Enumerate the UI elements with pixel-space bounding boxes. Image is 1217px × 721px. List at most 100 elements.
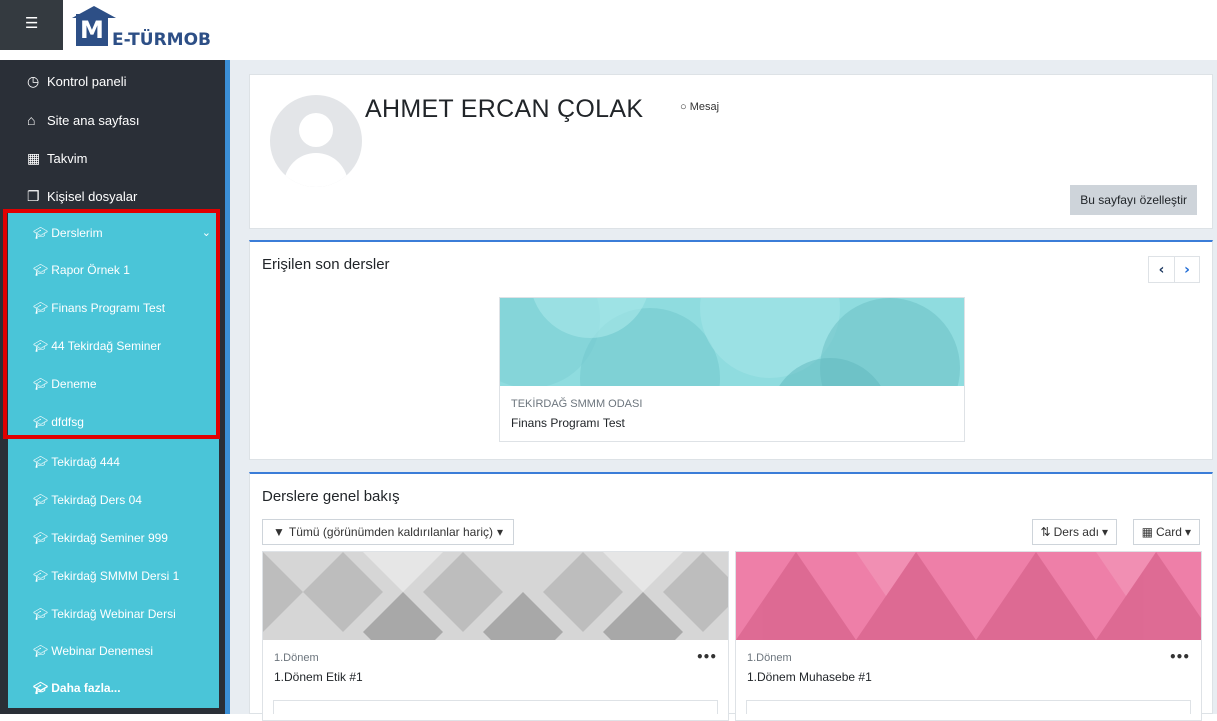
message-link[interactable]: ○ Mesaj xyxy=(680,101,719,113)
previous-arrow-icon[interactable]: ‹ xyxy=(1149,257,1174,282)
recent-pager: ‹ › xyxy=(1148,256,1200,283)
course-label: Tekirdağ SMMM Dersi 1 xyxy=(51,568,180,583)
nav-calendar[interactable]: ▦ Takvim xyxy=(0,139,225,177)
dashboard-icon: ◷ xyxy=(27,72,40,89)
my-courses-label: Derslerim xyxy=(51,225,103,240)
nav-label: Takvim xyxy=(47,150,88,166)
course-item[interactable]: 🎓︎ Tekirdağ Webinar Dersi xyxy=(8,595,219,632)
home-icon: ⌂ xyxy=(27,112,36,128)
avatar-body xyxy=(284,153,348,187)
user-name: AHMET ERCAN ÇOLAK xyxy=(365,95,644,123)
graduation-cap-icon: 🎓︎ xyxy=(33,643,49,658)
course-item[interactable]: 🎓︎ 44 Tekirdağ Seminer xyxy=(8,327,219,364)
graduation-cap-icon: 🎓︎ xyxy=(33,225,49,240)
more-courses-link[interactable]: 🎓︎ Daha fazla... xyxy=(8,669,219,706)
filter-dropdown[interactable]: ▼ Tümü (görünümden kaldırılanlar hariç) … xyxy=(262,519,515,545)
course-item[interactable]: 🎓︎ Tekirdağ Seminer 999 xyxy=(8,519,219,556)
files-icon: ❐ xyxy=(27,187,40,204)
my-courses-toggle[interactable]: 🎓︎ Derslerim ⌄ xyxy=(8,214,219,251)
graduation-cap-icon: 🎓︎ xyxy=(33,530,49,545)
nav-label: Kontrol paneli xyxy=(47,73,127,89)
recent-courses-title: Erişilen son dersler xyxy=(262,256,390,273)
speech-bubble-icon: ○ xyxy=(680,101,687,113)
course-progress xyxy=(273,700,718,714)
logo-letter: M xyxy=(80,16,104,44)
grid-icon: ▦ xyxy=(1141,525,1153,539)
course-label: Deneme xyxy=(51,376,97,391)
course-card[interactable]: 1.Dönem ••• 1.Dönem Etik #1 xyxy=(262,551,729,721)
view-dropdown[interactable]: ▦ Card ▾ xyxy=(1132,519,1200,545)
course-label: Tekirdağ Seminer 999 xyxy=(51,530,168,545)
recent-course-card[interactable]: TEKİRDAĞ SMMM ODASI Finans Programı Test xyxy=(499,297,965,442)
course-image xyxy=(263,552,728,640)
nav-label: Site ana sayfası xyxy=(47,112,140,128)
course-label: Finans Programı Test xyxy=(51,300,166,315)
recent-courses-block: Erişilen son dersler ‹ › TEKİRDAĞ SMMM O… xyxy=(249,240,1213,460)
calendar-icon: ▦ xyxy=(27,149,41,166)
course-item[interactable]: 🎓︎ Tekirdağ Ders 04 xyxy=(8,481,219,518)
customize-page-button[interactable]: Bu sayfayı özelleştir xyxy=(1070,185,1197,215)
course-category: TEKİRDAĞ SMMM ODASI xyxy=(511,398,643,410)
profile-header: AHMET ERCAN ÇOLAK ○ Mesaj Bu sayfayı öze… xyxy=(249,74,1213,229)
more-actions-icon[interactable]: ••• xyxy=(1169,650,1190,664)
more-courses-label: Daha fazla... xyxy=(51,680,121,695)
graduation-cap-icon: 🎓︎ xyxy=(33,606,49,621)
graduation-cap-icon: 🎓︎ xyxy=(33,262,49,277)
avatar[interactable] xyxy=(270,95,362,187)
sort-label: Ders adı xyxy=(1053,525,1099,539)
course-image xyxy=(736,552,1201,640)
course-label: Rapor Örnek 1 xyxy=(51,262,130,277)
nav-site-home[interactable]: ⌂ Site ana sayfası xyxy=(0,101,225,139)
message-label: Mesaj xyxy=(689,101,720,113)
sort-dropdown[interactable]: ⇅ Ders adı ▾ xyxy=(1031,519,1117,545)
course-name[interactable]: 1.Dönem Etik #1 xyxy=(274,670,363,684)
course-label: Tekirdağ Webinar Dersi xyxy=(51,606,176,621)
nav-label: Kişisel dosyalar xyxy=(47,188,138,204)
nav-private-files[interactable]: ❐ Kişisel dosyalar xyxy=(0,177,225,215)
nav-dashboard[interactable]: ◷ Kontrol paneli xyxy=(0,62,225,100)
course-image xyxy=(500,298,964,386)
top-navbar: ☰ M E-TÜRMOB xyxy=(0,0,1217,60)
course-name[interactable]: Finans Programı Test xyxy=(511,416,625,430)
course-overview-block: Derslere genel bakış ▼ Tümü (görünümden … xyxy=(249,472,1213,721)
next-arrow-icon[interactable]: › xyxy=(1174,257,1199,282)
graduation-cap-icon: 🎓︎ xyxy=(33,454,49,469)
sort-icon: ⇅ xyxy=(1040,525,1051,539)
caret-down-icon: ▾ xyxy=(496,525,504,539)
course-label: Tekirdağ Ders 04 xyxy=(51,492,142,507)
graduation-cap-icon: 🎓︎ xyxy=(33,414,49,429)
hamburger-button[interactable]: ☰ xyxy=(0,0,63,50)
course-name[interactable]: 1.Dönem Muhasebe #1 xyxy=(747,670,872,684)
course-item[interactable]: 🎓︎ Finans Programı Test xyxy=(8,289,219,326)
logo-text: E-TÜRMOB xyxy=(112,30,211,50)
more-actions-icon[interactable]: ••• xyxy=(696,650,717,664)
course-item[interactable]: 🎓︎ Webinar Denemesi xyxy=(8,632,219,669)
caret-down-icon: ▾ xyxy=(1184,525,1191,539)
filter-icon: ▼ xyxy=(273,525,285,539)
course-item[interactable]: 🎓︎ dfdfsg xyxy=(8,403,219,440)
course-label: dfdfsg xyxy=(51,414,84,429)
chevron-down-icon: ⌄ xyxy=(201,227,211,239)
graduation-cap-icon: 🎓︎ xyxy=(33,300,49,315)
course-item[interactable]: 🎓︎ Tekirdağ 444 xyxy=(8,443,219,480)
graduation-cap-icon: 🎓︎ xyxy=(33,492,49,507)
course-item[interactable]: 🎓︎ Deneme xyxy=(8,365,219,402)
caret-down-icon: ▾ xyxy=(1101,525,1108,539)
course-item[interactable]: 🎓︎ Tekirdağ SMMM Dersi 1 xyxy=(8,557,219,594)
graduation-cap-icon: 🎓︎ xyxy=(33,680,49,695)
course-label: 44 Tekirdağ Seminer xyxy=(51,338,162,353)
course-category: 1.Dönem xyxy=(747,652,792,664)
course-category: 1.Dönem xyxy=(274,652,319,664)
graduation-cap-icon: 🎓︎ xyxy=(33,338,49,353)
course-progress xyxy=(746,700,1191,714)
graduation-cap-icon: 🎓︎ xyxy=(33,376,49,391)
graduation-cap-icon: 🎓︎ xyxy=(33,568,49,583)
course-item[interactable]: 🎓︎ Rapor Örnek 1 xyxy=(8,251,219,288)
site-logo[interactable]: M E-TÜRMOB xyxy=(68,4,228,50)
course-label: Tekirdağ 444 xyxy=(51,454,120,469)
course-label: Webinar Denemesi xyxy=(51,643,154,658)
filter-label: Tümü (görünümden kaldırılanlar hariç) xyxy=(288,525,493,539)
overview-title: Derslere genel bakış xyxy=(262,488,400,505)
course-card[interactable]: 1.Dönem ••• 1.Dönem Muhasebe #1 xyxy=(735,551,1202,721)
view-label: Card xyxy=(1155,525,1182,539)
